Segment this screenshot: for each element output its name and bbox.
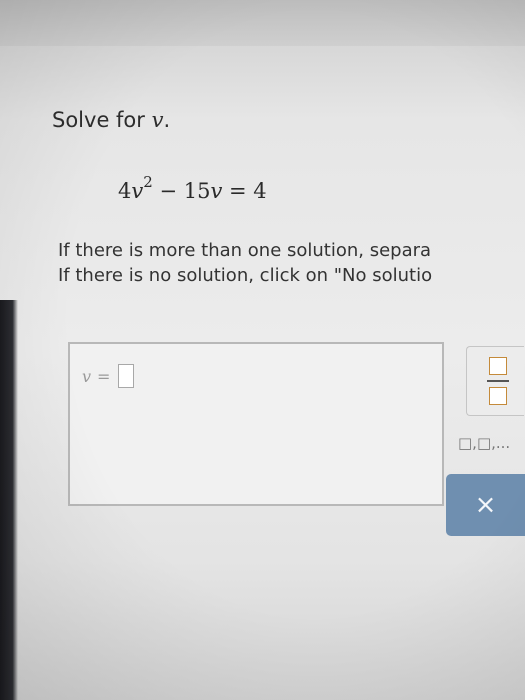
answer-equals: = xyxy=(97,366,111,386)
instruction-line-2: If there is no solution, click on "No so… xyxy=(58,265,433,286)
prompt-variable: v xyxy=(151,108,164,132)
equation-middle: − 15 xyxy=(152,179,211,203)
denominator-box xyxy=(489,387,507,405)
equation-rhs: = 4 xyxy=(222,179,267,203)
answer-input[interactable] xyxy=(118,364,135,388)
question-prompt: Solve for v. xyxy=(52,108,170,132)
equation-exponent: 2 xyxy=(143,173,153,191)
list-template-icon: □,□,... xyxy=(458,434,511,452)
prompt-suffix: . xyxy=(163,108,171,132)
close-icon: × xyxy=(474,490,497,520)
monitor-bezel xyxy=(0,300,18,700)
equation-coefficient: 4 xyxy=(118,179,132,203)
prompt-prefix: Solve for xyxy=(52,108,152,132)
equation-variable: v xyxy=(131,179,144,203)
list-button[interactable]: □,□,... xyxy=(458,434,525,460)
answer-variable: v xyxy=(82,366,92,386)
equation-variable-2: v xyxy=(210,179,223,203)
answer-area[interactable]: v = xyxy=(68,342,444,506)
answer-row: v = xyxy=(82,364,135,388)
instruction-line-1: If there is more than one solution, sepa… xyxy=(58,240,432,261)
screen: Solve for v. 4v2 − 15v = 4 If there is m… xyxy=(0,0,525,700)
numerator-box xyxy=(489,357,507,375)
top-band xyxy=(0,0,525,46)
fraction-bar xyxy=(487,380,509,382)
instructions: If there is more than one solution, sepa… xyxy=(58,238,525,288)
clear-button[interactable]: × xyxy=(446,474,525,536)
equation: 4v2 − 15v = 4 xyxy=(118,173,267,203)
fraction-button[interactable] xyxy=(466,346,524,416)
